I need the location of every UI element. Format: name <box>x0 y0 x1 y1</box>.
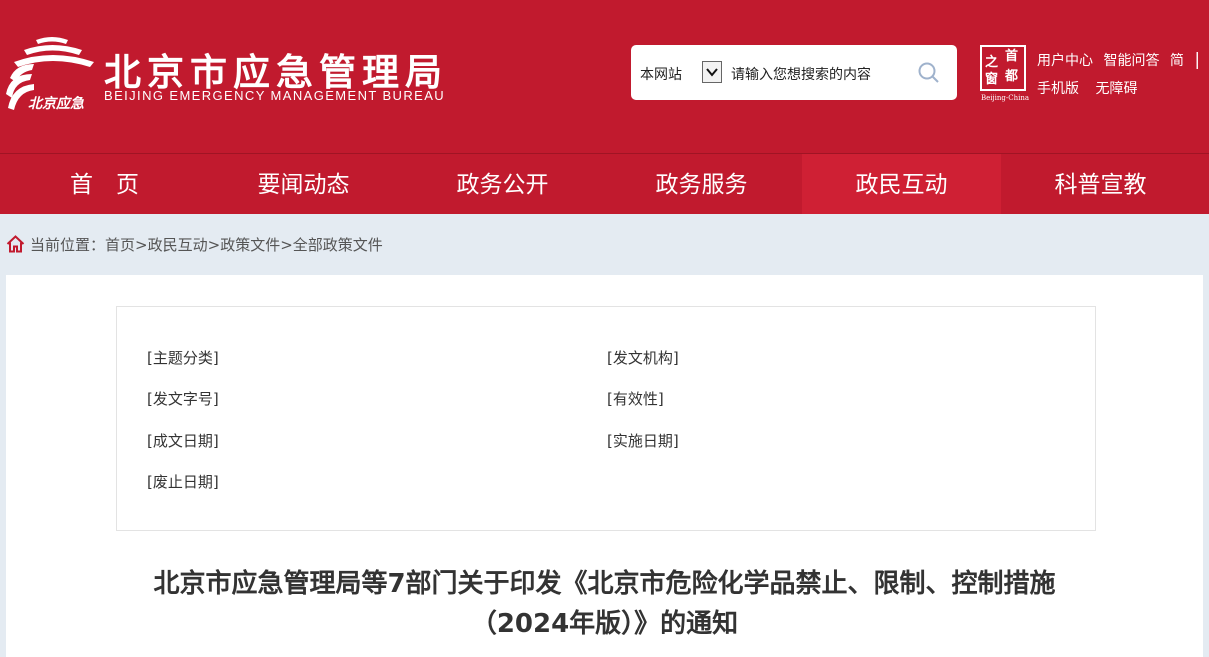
breadcrumb-prefix: 当前位置： <box>30 236 106 254</box>
capital-logo-char: 首 <box>1005 49 1019 64</box>
document-metadata-panel: [主题分类] [发文机构] [发文字号] [有效性] [成文日期] [实施日期]… <box>116 306 1096 531</box>
search-input[interactable]: 请输入您想搜索的内容 <box>731 64 871 84</box>
breadcrumb-item-home[interactable]: 首页 <box>105 236 135 254</box>
nav-item-home[interactable]: 首 页 <box>5 154 204 214</box>
meta-written-date-label: [成文日期] <box>147 432 219 450</box>
site-title-english: BEIJING EMERGENCY MANAGEMENT BUREAU <box>104 88 446 103</box>
svg-text:北京应急: 北京应急 <box>28 95 84 112</box>
breadcrumb-separator: > <box>207 236 221 254</box>
breadcrumb: 当前位置：首页>政民互动>政策文件>全部政策文件 <box>6 234 383 255</box>
top-links-row-2: 手机版 无障碍 <box>1037 78 1143 98</box>
chevron-down-icon <box>706 68 718 77</box>
mobile-version-link[interactable]: 手机版 <box>1037 81 1079 97</box>
user-center-link[interactable]: 用户中心 <box>1037 53 1093 69</box>
breadcrumb-separator: > <box>280 236 293 254</box>
meta-abolish-date-label: [废止日期] <box>147 473 219 491</box>
article-content: [主题分类] [发文机构] [发文字号] [有效性] [成文日期] [实施日期]… <box>6 275 1203 657</box>
article-title-line-2: （2024年版）》的通知 <box>470 609 739 639</box>
beijing-emergency-logo-icon[interactable]: 北京应急 <box>6 34 98 114</box>
home-icon <box>6 235 25 253</box>
nav-item-news[interactable]: 要闻动态 <box>204 154 403 214</box>
capital-logo-char: 都 <box>1005 69 1019 84</box>
site-header: 北京应急 北京市应急管理局 BEIJING EMERGENCY MANAGEME… <box>0 0 1209 153</box>
search-scope-label: 本网站 <box>640 67 682 83</box>
breadcrumb-item-interaction[interactable]: 政民互动 <box>148 236 208 254</box>
article-title-line-1: 北京市应急管理局等7部门关于印发《北京市危险化学品禁止、限制、控制措施 <box>153 569 1056 599</box>
main-nav: 首 页 要闻动态 政务公开 政务服务 政民互动 科普宣教 <box>0 153 1209 214</box>
meta-effective-date-label: [实施日期] <box>607 432 679 450</box>
top-links-row-1: 用户中心 智能问答 简 | 繁 <box>1037 50 1209 70</box>
search-box: 本网站 请输入您想搜索的内容 <box>631 45 957 100</box>
meta-issuer-label: [发文机构] <box>607 349 679 367</box>
simplified-chinese-link[interactable]: 简 <box>1170 53 1184 69</box>
meta-validity-label: [有效性] <box>607 390 664 408</box>
nav-item-interaction[interactable]: 政民互动 <box>802 154 1001 214</box>
search-icon[interactable] <box>918 62 940 84</box>
nav-item-gov-services[interactable]: 政务服务 <box>602 154 801 214</box>
nav-item-science[interactable]: 科普宣教 <box>1001 154 1200 214</box>
capital-logo-english: Beijing-China <box>980 94 1030 102</box>
breadcrumb-item-policy[interactable]: 政策文件 <box>220 236 280 254</box>
capital-window-logo[interactable]: 首 都 之 窗 Beijing-China <box>978 45 1030 105</box>
capital-logo-char: 窗 <box>985 72 999 87</box>
article-title: 北京市应急管理局等7部门关于印发《北京市危险化学品禁止、限制、控制措施 （202… <box>6 564 1203 644</box>
breadcrumb-separator: > <box>135 236 148 254</box>
smart-qa-link[interactable]: 智能问答 <box>1103 53 1159 69</box>
breadcrumb-item-all-policy[interactable]: 全部政策文件 <box>293 236 383 254</box>
meta-topic-label: [主题分类] <box>147 349 219 367</box>
meta-doc-number-label: [发文字号] <box>147 390 219 408</box>
search-scope-dropdown[interactable] <box>702 61 722 83</box>
accessibility-link[interactable]: 无障碍 <box>1095 81 1137 97</box>
language-separator: | <box>1194 50 1201 70</box>
nav-item-gov-affairs[interactable]: 政务公开 <box>403 154 602 214</box>
capital-logo-char: 之 <box>985 55 999 70</box>
